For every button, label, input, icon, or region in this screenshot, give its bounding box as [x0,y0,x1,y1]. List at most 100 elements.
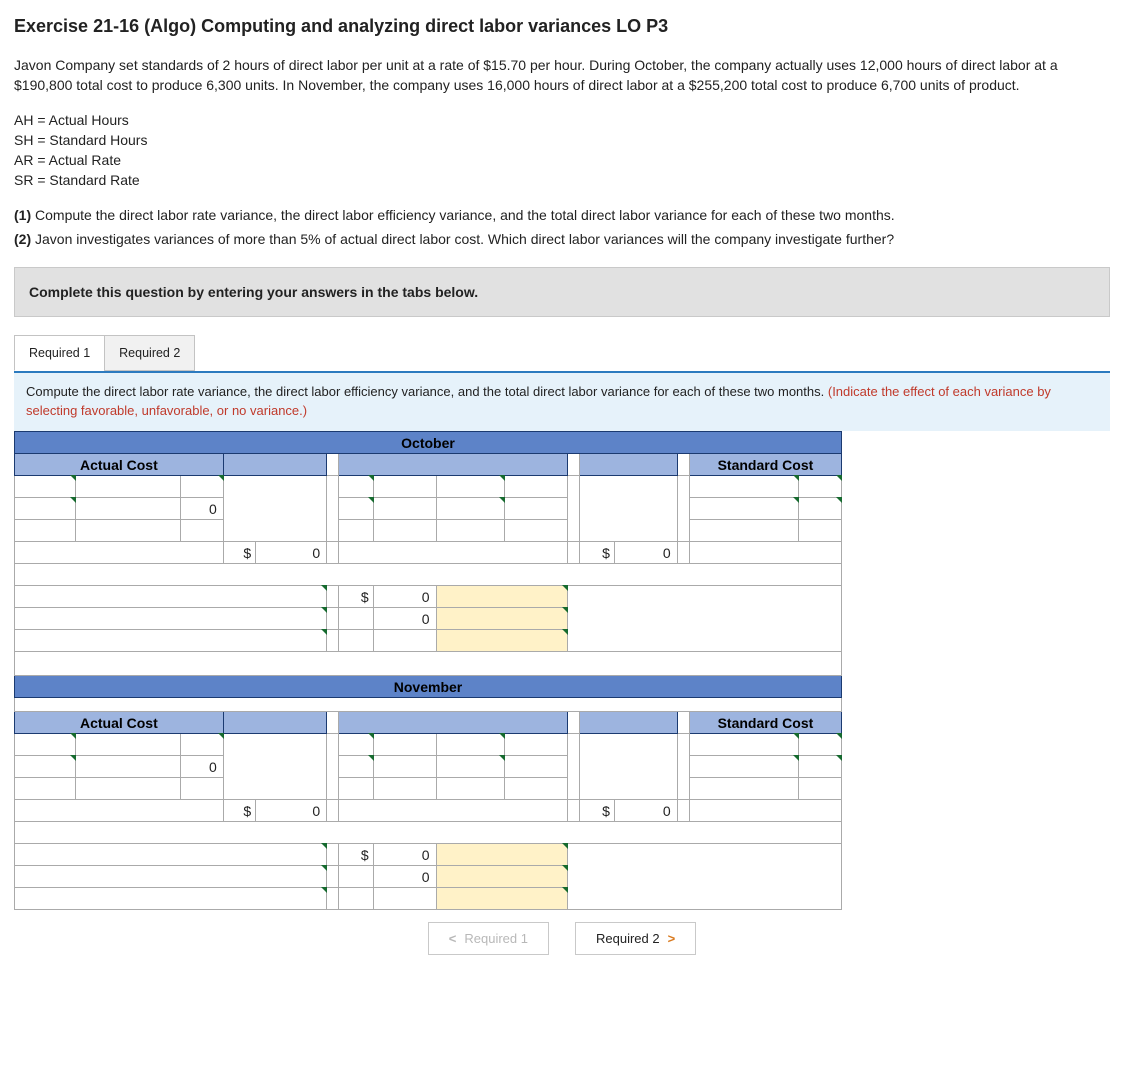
nov-var-row3-label[interactable] [15,888,327,910]
nov-m-r1c4[interactable] [505,734,568,756]
oct-m-r2c2[interactable] [373,498,436,520]
oct-sc-r1c2[interactable] [799,476,842,498]
oct-var-row2-label[interactable] [15,608,327,630]
nov-m-r2c3[interactable] [436,756,505,778]
month-header-november: November [15,676,842,698]
oct-sc-r3c2[interactable] [799,520,842,542]
question-1: (1) Compute the direct labor rate varian… [14,205,1110,225]
oct-var-row3-val[interactable] [373,630,436,652]
nov-sc-r3c1[interactable] [689,778,798,800]
problem-intro: Javon Company set standards of 2 hours o… [14,55,1110,96]
nov-ac-r1c3[interactable] [181,734,224,756]
oct-m-r2c4[interactable] [505,498,568,520]
oct-m-r3c4[interactable] [505,520,568,542]
oct-ac-r2c3[interactable]: 0 [181,498,224,520]
tab-instruction: Compute the direct labor rate variance, … [14,371,1110,431]
oct-sc-r2c2[interactable] [799,498,842,520]
nov-ac-r2c3[interactable]: 0 [181,756,224,778]
nov-var-row1-label[interactable] [15,844,327,866]
def-ar: AR = Actual Rate [14,150,1110,170]
nov-ac-r1c1[interactable] [15,734,76,756]
oct-sc-r3c1[interactable] [689,520,798,542]
oct-ac-r3c2[interactable] [75,520,180,542]
oct-var-row1-fu[interactable] [436,586,568,608]
nov-var-row3-fu[interactable] [436,888,568,910]
oct-var-row2-val[interactable]: 0 [373,608,436,630]
nov-m-r2c1[interactable] [339,756,373,778]
oct-total-left-val[interactable]: 0 [256,542,327,564]
oct-ac-r1c2[interactable] [75,476,180,498]
nov-var-row3-dollar[interactable] [339,888,373,910]
oct-var-row1-label[interactable] [15,586,327,608]
oct-var-row2-fu[interactable] [436,608,568,630]
oct-ac-r2c1[interactable] [15,498,76,520]
oct-m-r3c1[interactable] [339,520,373,542]
nov-ac-r1c2[interactable] [75,734,180,756]
actual-cost-header: Actual Cost [15,454,224,476]
nov-m-r3c2[interactable] [373,778,436,800]
oct-m-r3c2[interactable] [373,520,436,542]
oct-sc-r2c1[interactable] [689,498,798,520]
oct-sc-r1c1[interactable] [689,476,798,498]
oct-ac-r2c2[interactable] [75,498,180,520]
oct-m-r2c3[interactable] [436,498,505,520]
exercise-title: Exercise 21-16 (Algo) Computing and anal… [14,16,1110,37]
nov-var-row1-val[interactable]: 0 [373,844,436,866]
nov-sc-r1c1[interactable] [689,734,798,756]
chevron-left-icon: < [449,931,457,946]
nov-m-r1c3[interactable] [436,734,505,756]
oct-m-r1c3[interactable] [436,476,505,498]
instruction-banner: Complete this question by entering your … [14,267,1110,317]
nov-sc-r3c2[interactable] [799,778,842,800]
nov-ac-r2c2[interactable] [75,756,180,778]
nov-total-right-dollar: $ [580,800,614,822]
nov-m-r1c1[interactable] [339,734,373,756]
nov-var-row2-dollar[interactable] [339,866,373,888]
nov-total-left-val[interactable]: 0 [256,800,327,822]
oct-ac-r1c3[interactable] [181,476,224,498]
nov-m-r3c1[interactable] [339,778,373,800]
oct-var-row3-dollar[interactable] [339,630,373,652]
nov-var-row2-fu[interactable] [436,866,568,888]
oct-total-right-dollar: $ [580,542,614,564]
nov-sc-r2c1[interactable] [689,756,798,778]
nov-var-row2-label[interactable] [15,866,327,888]
nov-var-row2-val[interactable]: 0 [373,866,436,888]
oct-var-row3-label[interactable] [15,630,327,652]
def-sh: SH = Standard Hours [14,130,1110,150]
nov-sc-r2c2[interactable] [799,756,842,778]
nov-var-row3-val[interactable] [373,888,436,910]
oct-ac-r1c1[interactable] [15,476,76,498]
oct-m-r1c1[interactable] [339,476,373,498]
nov-sc-r1c2[interactable] [799,734,842,756]
october-table: October Actual Cost Standard Cost 0 [14,431,842,910]
tab-required-2[interactable]: Required 2 [104,335,195,371]
nov-m-r3c4[interactable] [505,778,568,800]
oct-total-right-val[interactable]: 0 [614,542,677,564]
standard-cost-header-nov: Standard Cost [689,712,841,734]
oct-var-row1-val[interactable]: 0 [373,586,436,608]
nov-m-r1c2[interactable] [373,734,436,756]
nov-ac-r2c1[interactable] [15,756,76,778]
nov-m-r3c3[interactable] [436,778,505,800]
def-ah: AH = Actual Hours [14,110,1110,130]
prev-button[interactable]: < Required 1 [428,922,549,955]
nov-var-row1-dollar: $ [339,844,373,866]
nov-var-row1-fu[interactable] [436,844,568,866]
definitions-list: AH = Actual Hours SH = Standard Hours AR… [14,110,1110,191]
oct-var-row3-fu[interactable] [436,630,568,652]
nov-ac-r3c2[interactable] [75,778,180,800]
oct-var-row2-dollar[interactable] [339,608,373,630]
nov-total-right-val[interactable]: 0 [614,800,677,822]
oct-m-r2c1[interactable] [339,498,373,520]
next-button[interactable]: Required 2 > [575,922,696,955]
oct-m-r3c3[interactable] [436,520,505,542]
oct-m-r1c4[interactable] [505,476,568,498]
actual-cost-header-nov: Actual Cost [15,712,224,734]
oct-var-row1-dollar: $ [339,586,373,608]
nov-m-r2c4[interactable] [505,756,568,778]
chevron-right-icon: > [668,931,676,946]
oct-m-r1c2[interactable] [373,476,436,498]
tab-required-1[interactable]: Required 1 [14,335,105,371]
nov-m-r2c2[interactable] [373,756,436,778]
